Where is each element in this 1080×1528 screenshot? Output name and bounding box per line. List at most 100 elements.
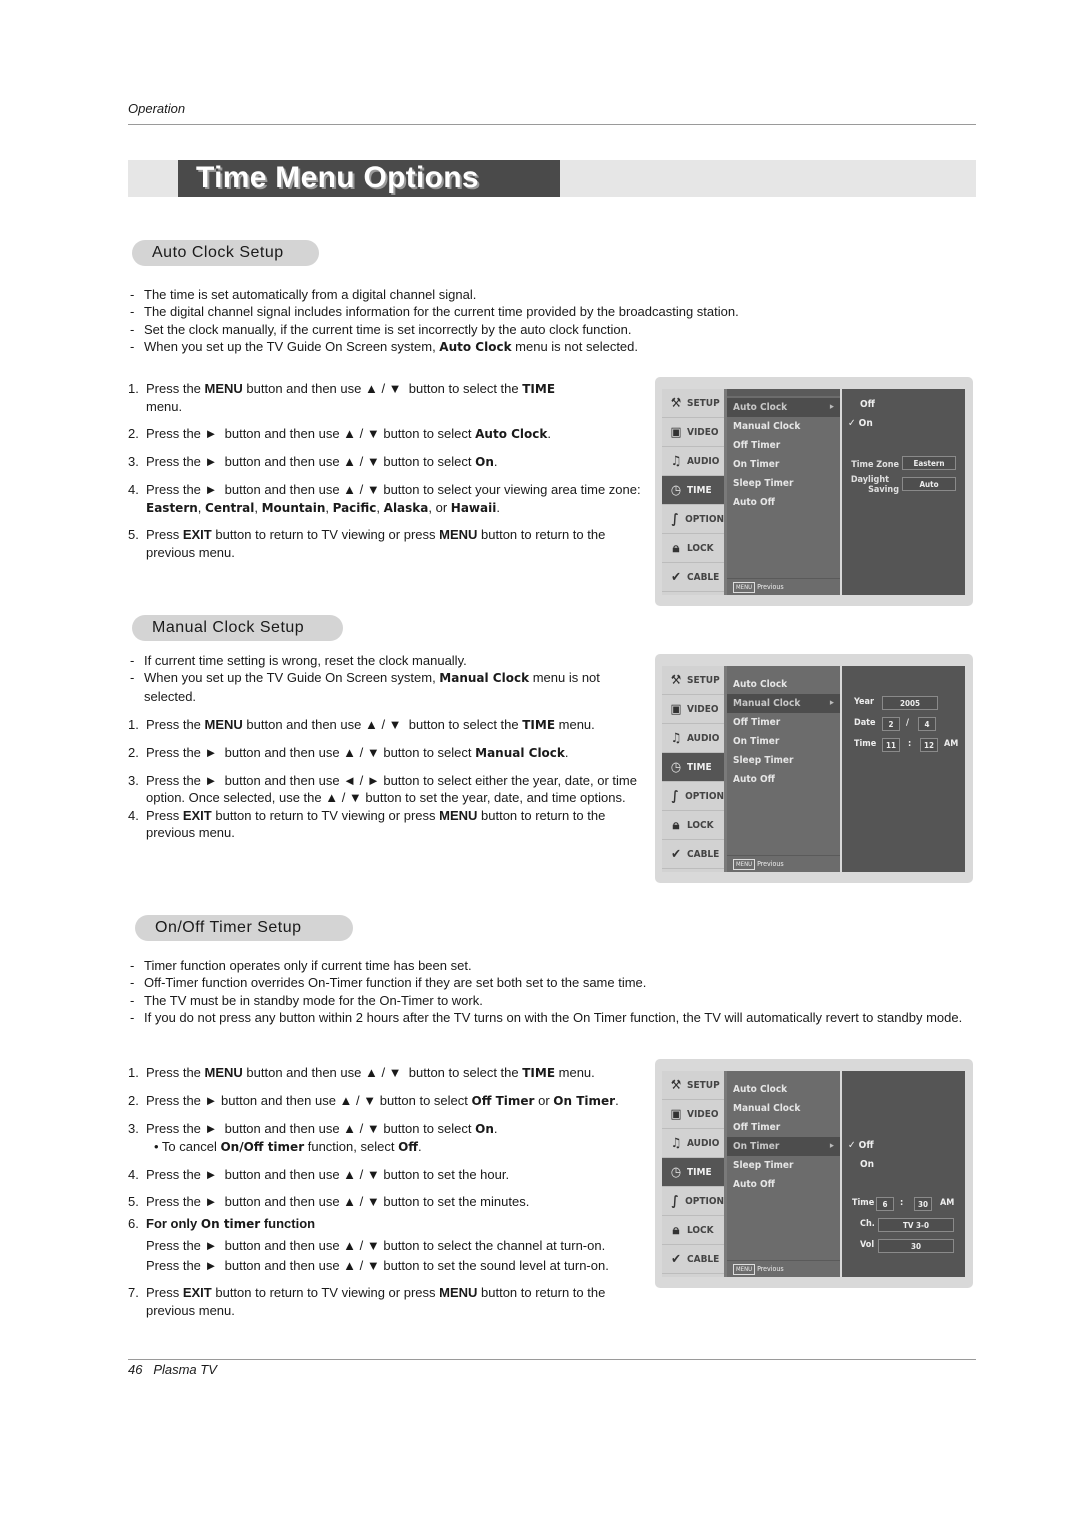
year-field[interactable]: 2005 <box>882 696 938 710</box>
tv-tab-lock[interactable]: 🔒︎ LOCK <box>662 811 724 840</box>
tv-item-off-timer[interactable]: Off Timer <box>727 1118 840 1137</box>
section-heading-auto-clock: Auto Clock Setup <box>132 240 319 266</box>
tv-tab-audio[interactable]: ♫ AUDIO <box>662 447 724 476</box>
step-item: 6. For only On timer function <box>128 1216 316 1232</box>
time-separator: : <box>908 739 912 749</box>
tv-item-auto-off[interactable]: Auto Off <box>727 493 840 512</box>
section-heading-manual-clock: Manual Clock Setup <box>132 615 343 641</box>
tv-tab-column: ⚒ SETUP ▣ VIDEO ♫ AUDIO ◷ TIME ∫ OPTION 🔒︎ LOC… <box>662 666 727 872</box>
tv-item-manual-clock[interactable]: Manual Clock <box>727 1099 840 1118</box>
tv-item-sleep-timer[interactable]: Sleep Timer <box>727 751 840 770</box>
checkmark-icon: ✔ <box>671 1251 681 1267</box>
speaker-icon: ♫ <box>670 453 682 469</box>
ampm-indicator[interactable]: AM <box>940 1198 954 1208</box>
minute-field[interactable]: 12 <box>920 738 938 752</box>
tv-item-sleep-timer[interactable]: Sleep Timer <box>727 1156 840 1175</box>
time-separator: : <box>900 1198 904 1208</box>
step-item-line: Press the ► button and then use ▲ / ▼ bu… <box>146 1237 606 1253</box>
time-zone-field[interactable]: Eastern <box>902 456 956 470</box>
step-item: 3. Press the ► button and then use ▲ / ▼ … <box>128 454 498 470</box>
footer-rule <box>128 1359 976 1360</box>
tv-tab-setup[interactable]: ⚒ SETUP <box>662 389 724 418</box>
tv-item-manual-clock[interactable]: Manual Clock <box>727 694 840 713</box>
wrench-icon: ⚒ <box>670 395 682 411</box>
tv-item-off-timer[interactable]: Off Timer <box>727 713 840 732</box>
tv-item-sleep-timer[interactable]: Sleep Timer <box>727 474 840 493</box>
tv-tab-lock[interactable]: 🔒︎ LOCK <box>662 1216 724 1245</box>
auto-clock-steps: 1. Press the MENU button and then use ▲ /… <box>128 380 648 571</box>
tv-tab-time[interactable]: ◷ TIME <box>662 476 724 505</box>
tv-item-on-timer[interactable]: On Timer <box>727 732 840 751</box>
tv-tab-video[interactable]: ▣ VIDEO <box>662 1100 724 1129</box>
video-screen-icon: ▣ <box>670 701 682 717</box>
clock-icon: ◷ <box>670 482 682 498</box>
video-screen-icon: ▣ <box>670 424 682 440</box>
option-hook-icon: ∫ <box>671 511 679 527</box>
wrench-icon: ⚒ <box>670 672 682 688</box>
tv-tab-option[interactable]: ∫ OPTION <box>662 1187 724 1216</box>
tv-item-list: Auto Clock Manual Clock Off Timer On Tim… <box>727 389 840 595</box>
tv-tab-cable[interactable]: ✔ CABLE <box>662 563 724 592</box>
tv-tab-video[interactable]: ▣ VIDEO <box>662 418 724 447</box>
onoff-timer-notes: Timer function operates only if current … <box>128 957 980 1027</box>
tv-tab-cable[interactable]: ✔ CABLE <box>662 1245 724 1274</box>
tv-tab-time[interactable]: ◷ TIME <box>662 1158 724 1187</box>
running-head: Operation <box>128 101 186 116</box>
option-hook-icon: ∫ <box>671 1193 679 1209</box>
tv-tab-setup[interactable]: ⚒ SETUP <box>662 666 724 695</box>
auto-clock-notes: The time is set automatically from a dig… <box>128 286 988 357</box>
option-on[interactable]: On <box>860 1159 874 1170</box>
tv-item-auto-off[interactable]: Auto Off <box>727 1175 840 1194</box>
note-item: Set the clock manually, if the current t… <box>128 321 988 339</box>
daylight-saving-field[interactable]: Auto <box>902 477 956 491</box>
video-screen-icon: ▣ <box>670 1106 682 1122</box>
step-item: 3. Press the ► button and then use ▲ / ▼ … <box>128 1120 498 1155</box>
tv-tab-audio[interactable]: ♫ AUDIO <box>662 724 724 753</box>
month-field[interactable]: 2 <box>882 717 900 731</box>
tv-item-auto-clock[interactable]: Auto Clock <box>727 675 840 694</box>
tv-tab-setup[interactable]: ⚒ SETUP <box>662 1071 724 1100</box>
tv-tab-video[interactable]: ▣ VIDEO <box>662 695 724 724</box>
step-item: 1. Press the MENU button and then use ▲ /… <box>128 717 595 732</box>
step-item: 7. Press EXIT button to return to TV view… <box>128 1285 606 1318</box>
tv-item-auto-clock[interactable]: Auto Clock <box>727 1080 840 1099</box>
ampm-indicator[interactable]: AM <box>944 739 958 749</box>
tv-tab-cable[interactable]: ✔ CABLE <box>662 840 724 869</box>
header-rule <box>128 124 976 125</box>
checkmark-icon: ✔ <box>671 569 681 585</box>
tv-item-manual-clock[interactable]: Manual Clock <box>727 417 840 436</box>
note-item: The TV must be in standby mode for the O… <box>128 992 980 1010</box>
tv-item-list: Auto Clock Manual Clock Off Timer On Tim… <box>727 1071 840 1277</box>
menu-key-icon: MENU <box>733 1264 756 1275</box>
hour-field[interactable]: 6 <box>876 1197 894 1211</box>
tv-item-auto-off[interactable]: Auto Off <box>727 770 840 789</box>
volume-field[interactable]: 30 <box>878 1239 954 1253</box>
page-title: Time Menu Options <box>196 161 479 194</box>
tv-tab-lock[interactable]: 🔒︎ LOCK <box>662 534 724 563</box>
tv-footer: MENU Previous <box>727 1260 840 1277</box>
step-item: 3. Press the ► button and then use ◄ / ► … <box>128 772 637 806</box>
option-off-checked[interactable]: ✓ Off <box>848 1140 874 1151</box>
tv-tab-option[interactable]: ∫ OPTION <box>662 505 724 534</box>
tv-item-off-timer[interactable]: Off Timer <box>727 436 840 455</box>
tv-item-auto-clock[interactable]: Auto Clock <box>727 398 840 417</box>
option-off[interactable]: Off <box>860 399 875 410</box>
tv-tab-audio[interactable]: ♫ AUDIO <box>662 1129 724 1158</box>
hour-field[interactable]: 11 <box>882 738 900 752</box>
time-zone-label: Time Zone <box>851 460 899 470</box>
option-on-checked[interactable]: ✓ On <box>848 418 873 429</box>
tv-tab-option[interactable]: ∫ OPTION <box>662 782 724 811</box>
minute-field[interactable]: 30 <box>914 1197 932 1211</box>
channel-field[interactable]: TV 3-0 <box>878 1218 954 1232</box>
note-item: When you set up the TV Guide On Screen s… <box>128 669 648 705</box>
tv-tab-time[interactable]: ◷ TIME <box>662 753 724 782</box>
day-field[interactable]: 4 <box>918 717 936 731</box>
time-label: Time <box>854 739 877 749</box>
tv-item-on-timer[interactable]: On Timer <box>727 455 840 474</box>
onoff-timer-steps: 1. Press the MENU button and then use ▲ /… <box>128 1064 653 1328</box>
saving-label: Saving <box>868 485 899 495</box>
tv-options-panel: ✓ Off On Time 6 : 30 AM Ch. TV 3-0 Vol 3… <box>842 1071 965 1277</box>
tv-item-on-timer[interactable]: On Timer <box>727 1137 840 1156</box>
clock-icon: ◷ <box>670 759 682 775</box>
note-item: If you do not press any button within 2 … <box>128 1009 980 1027</box>
